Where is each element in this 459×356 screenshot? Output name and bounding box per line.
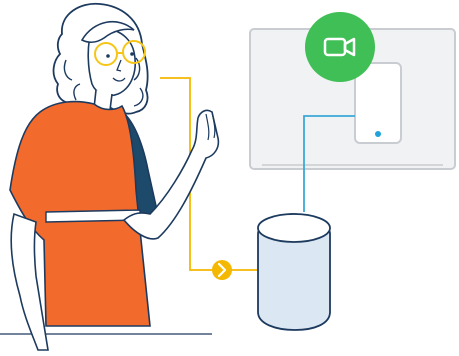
smart-display-illustration	[0, 2, 456, 351]
left-eye	[106, 54, 110, 58]
yellow-cable	[160, 77, 258, 271]
phone-indicator-dot	[375, 131, 381, 137]
phone	[354, 62, 402, 144]
right-eye	[130, 52, 134, 56]
woman-figure	[9, 2, 220, 351]
video-badge-circle	[305, 12, 375, 82]
video-call-badge	[305, 12, 375, 82]
speaker-top	[257, 213, 331, 243]
connector-node	[212, 260, 232, 280]
smart-speaker	[257, 213, 331, 331]
